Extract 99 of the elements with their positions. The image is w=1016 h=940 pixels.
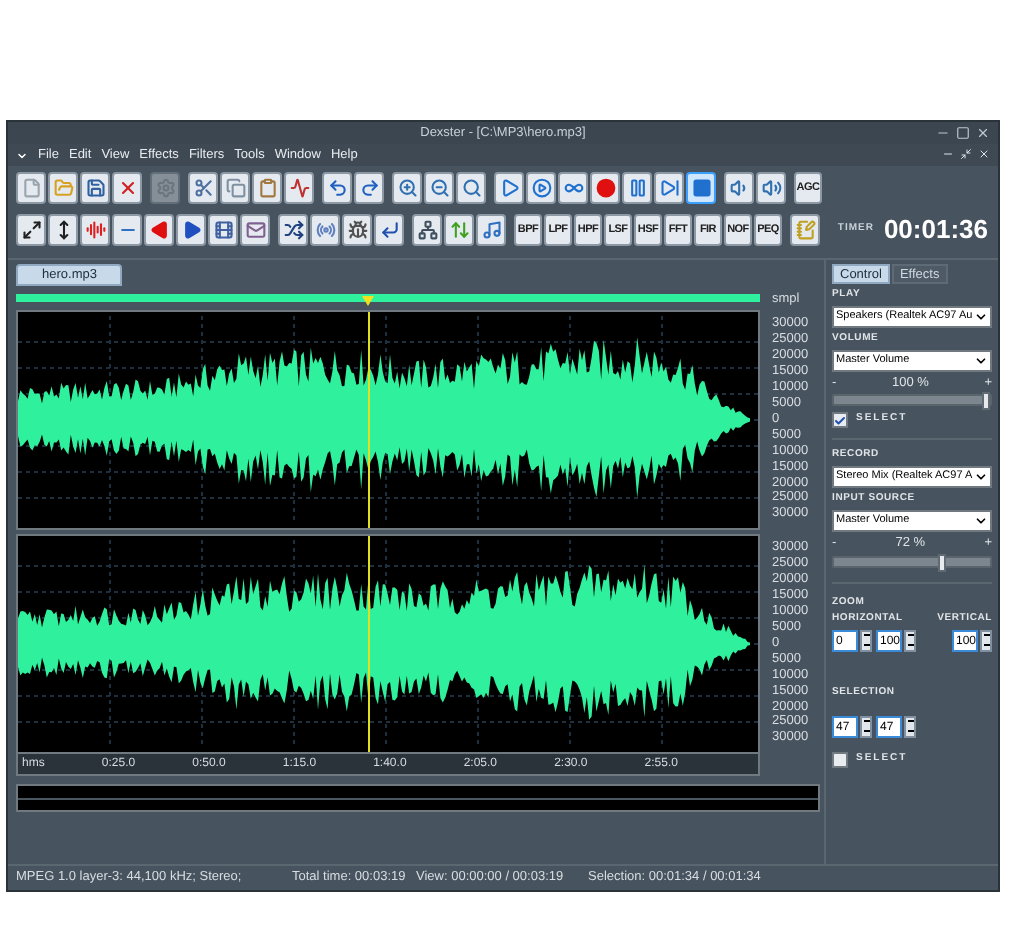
redo-button[interactable]: [354, 172, 384, 204]
copy-button[interactable]: [220, 172, 250, 204]
slider-track[interactable]: [832, 555, 992, 567]
expand-button[interactable]: [16, 213, 46, 246]
fade-out-button[interactable]: [144, 213, 174, 246]
play-icon: [499, 178, 519, 198]
speaker-icon: [729, 178, 749, 198]
mail-button[interactable]: [240, 213, 270, 246]
skip-forward-button[interactable]: [654, 172, 684, 204]
infinity-icon: [563, 178, 583, 198]
spin-buttons[interactable]: [904, 629, 916, 651]
arrows-icon: [449, 219, 469, 240]
check-icon: [834, 413, 846, 427]
speaker-left-button[interactable]: [724, 172, 754, 204]
file-icon: [21, 178, 41, 198]
zoom-out-icon: [429, 178, 449, 198]
skip-forward-icon: [659, 178, 679, 198]
bug-button[interactable]: [342, 213, 372, 246]
search-icon: [461, 178, 481, 198]
open-button[interactable]: [48, 172, 78, 204]
close-icon: [117, 178, 137, 198]
spin-buttons[interactable]: [904, 715, 916, 737]
bug-icon: [347, 219, 367, 240]
close-icon[interactable]: [978, 148, 990, 160]
wave-icon: [289, 178, 309, 198]
mix-button[interactable]: [284, 172, 314, 204]
overview-bar[interactable]: [16, 784, 820, 812]
record-button[interactable]: [590, 172, 620, 204]
caret-icon: [974, 470, 988, 484]
spin-buttons[interactable]: [860, 715, 872, 737]
clipboard-icon: [257, 178, 277, 198]
tree-button[interactable]: [412, 213, 442, 246]
fade-in-button[interactable]: [176, 213, 206, 246]
echo-button[interactable]: [310, 213, 340, 246]
loop-button[interactable]: [558, 172, 588, 204]
noise-button[interactable]: [80, 213, 110, 246]
scissors-icon: [193, 178, 213, 198]
save-button[interactable]: [80, 172, 110, 204]
copy-icon: [225, 178, 245, 198]
stop-icon: [691, 178, 711, 198]
swap-button[interactable]: [444, 213, 474, 246]
selection-bar[interactable]: [16, 293, 760, 301]
pause-button[interactable]: [622, 172, 652, 204]
checkbox[interactable]: [832, 412, 848, 428]
notes-button[interactable]: [790, 213, 820, 246]
shuffle-button[interactable]: [278, 213, 308, 246]
slider-thumb[interactable]: [938, 553, 947, 571]
film-button[interactable]: [208, 213, 238, 246]
record-icon: [595, 178, 615, 198]
radio-icon: [315, 219, 335, 240]
slider-track[interactable]: [832, 394, 992, 406]
music-icon: [481, 219, 501, 240]
save-icon: [85, 178, 105, 198]
restore-icon[interactable]: [960, 148, 972, 160]
timer-display: 00:01:36: [883, 212, 988, 248]
shuffle-icon: [283, 219, 303, 240]
zoom-button[interactable]: [456, 172, 486, 204]
wave-icon: [85, 219, 105, 240]
stop-button[interactable]: [686, 172, 716, 204]
caret-icon: [974, 309, 988, 323]
triangle-left-icon: [149, 219, 169, 240]
spin-buttons[interactable]: [980, 629, 992, 651]
pause-icon: [627, 178, 647, 198]
notebook-pen-icon: [795, 219, 815, 240]
caret-icon: [974, 353, 988, 367]
triangle-right-icon: [181, 219, 201, 240]
network-icon: [417, 219, 437, 240]
spin-buttons[interactable]: [860, 629, 872, 651]
undo-icon: [327, 178, 347, 198]
close-file-button[interactable]: [112, 172, 142, 204]
undo-button[interactable]: [322, 172, 352, 204]
cut-button[interactable]: [188, 172, 218, 204]
redo-icon: [359, 178, 379, 198]
maximize-icon[interactable]: [956, 126, 970, 140]
caret-icon[interactable]: [16, 149, 28, 161]
settings-icon: [155, 178, 175, 198]
slider-thumb[interactable]: [982, 392, 990, 410]
return-arrow-icon: [379, 219, 399, 240]
speaker-icon: [761, 178, 781, 198]
expand-icon: [21, 219, 41, 240]
new-button[interactable]: [16, 172, 46, 204]
music-button[interactable]: [476, 213, 506, 246]
paste-button[interactable]: [252, 172, 282, 204]
reverse-button[interactable]: [374, 213, 404, 246]
silence-button[interactable]: [112, 213, 142, 246]
close-icon[interactable]: [976, 126, 990, 140]
folder-icon: [53, 178, 73, 198]
zoom-out-button[interactable]: [424, 172, 454, 204]
play-button[interactable]: [494, 172, 524, 204]
play-circle-button[interactable]: [526, 172, 556, 204]
play-circle-icon: [531, 178, 551, 198]
speaker-right-button[interactable]: [756, 172, 786, 204]
stretch-button[interactable]: [48, 213, 78, 246]
film-icon: [213, 219, 233, 240]
zoom-in-icon: [397, 178, 417, 198]
caret-icon: [974, 514, 988, 528]
checkbox[interactable]: [832, 751, 848, 767]
mail-icon: [245, 219, 265, 240]
zoom-in-button[interactable]: [392, 172, 422, 204]
